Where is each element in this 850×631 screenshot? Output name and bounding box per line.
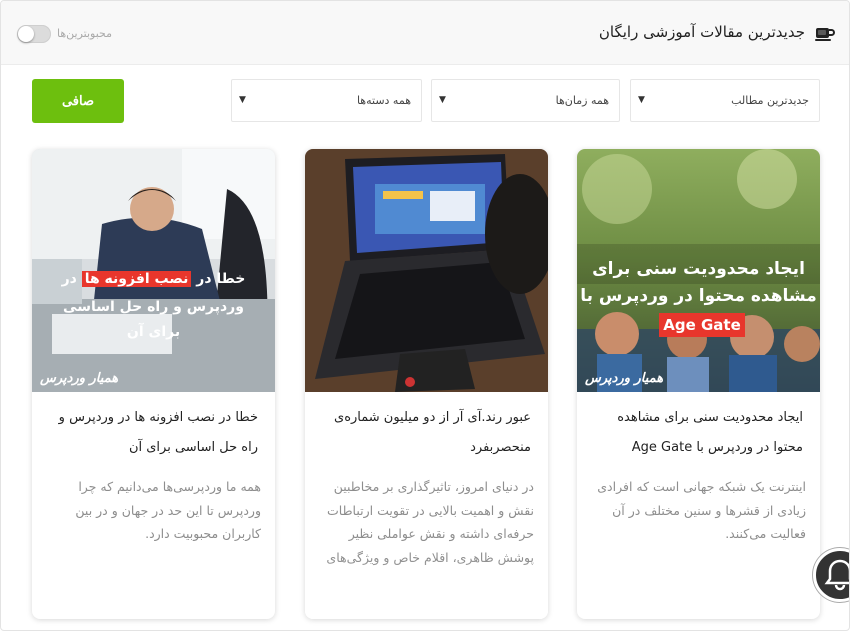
dropdown-arrow-icon: ▼ <box>638 95 645 105</box>
article-excerpt: در دنیای امروز، تاثیرگذاری بر مخاطبین نق… <box>326 479 534 565</box>
thumbnail-text: مشاهده محتوا در وردپرس با <box>580 286 817 306</box>
category-select[interactable]: همه دسته‌ها ▼ <box>231 79 422 122</box>
brand-logo: همیار وردپرس <box>585 371 664 386</box>
section-title: جدیدترین مقالات آموزشی رایگان <box>598 23 805 41</box>
page-frame: جدیدترین مقالات آموزشی رایگان محبوبترین‌… <box>0 0 850 631</box>
category-select-value: همه دسته‌ها <box>356 94 411 107</box>
article-title[interactable]: خطا در نصب افزونه ها در وردپرس و راه حل … <box>46 403 258 463</box>
bell-icon <box>824 559 849 591</box>
popular-toggle-label: محبوبترین‌ها <box>57 27 113 40</box>
article-excerpt: اینترنت یک شبکه جهانی است که افرادی زیاد… <box>597 479 806 541</box>
notification-bell-button[interactable] <box>813 548 849 602</box>
section-header: جدیدترین مقالات آموزشی رایگان محبوبترین‌… <box>1 1 849 65</box>
article-thumbnail[interactable] <box>305 149 548 392</box>
thumbnail-badge: Age Gate <box>659 313 745 337</box>
article-excerpt: همه ما وردپرسی‌ها می‌دانیم که چرا وردپرس… <box>75 479 261 541</box>
coffee-cup-icon <box>815 28 835 41</box>
laptop-photo-image <box>305 149 548 392</box>
thumbnail-text-part: در <box>61 271 82 287</box>
brand-logo: همیار وردپرس <box>40 371 119 386</box>
thumbnail-text: برای آن <box>126 324 181 340</box>
filter-button[interactable]: صافی <box>32 79 124 123</box>
time-select-value: همه زمان‌ها <box>555 94 609 107</box>
sort-select-value: جدیدترین مطالب <box>731 94 809 107</box>
article-thumbnail[interactable]: خطا در نصب افزونه ها در وردپرس و راه حل … <box>32 149 275 392</box>
dropdown-arrow-icon: ▼ <box>439 95 446 105</box>
thumbnail-text: وردپرس و راه حل اساسی <box>63 299 244 315</box>
toggle-knob <box>18 26 34 42</box>
dropdown-arrow-icon: ▼ <box>239 95 246 105</box>
article-thumbnail[interactable]: ایجاد محدودیت سنی برای مشاهده محتوا در و… <box>577 149 820 392</box>
thumbnail-text-part: خطا در <box>191 271 246 287</box>
time-select[interactable]: همه زمان‌ها ▼ <box>431 79 620 122</box>
excerpt-fade <box>305 559 548 619</box>
article-card[interactable]: عبور رند.آی آر از دو میلیون شماره‌ی منحص… <box>305 149 548 619</box>
sort-select[interactable]: جدیدترین مطالب ▼ <box>630 79 820 122</box>
article-title[interactable]: ایجاد محدودیت سنی برای مشاهده محتوا در و… <box>591 403 803 463</box>
thumbnail-text: خطا در نصب افزونه ها در <box>32 271 275 287</box>
thumbnail-highlight: نصب افزونه ها <box>81 271 192 287</box>
article-card[interactable]: خطا در نصب افزونه ها در وردپرس و راه حل … <box>32 149 275 619</box>
popular-toggle[interactable] <box>17 25 51 43</box>
article-title[interactable]: عبور رند.آی آر از دو میلیون شماره‌ی منحص… <box>319 403 531 463</box>
article-card[interactable]: ایجاد محدودیت سنی برای مشاهده محتوا در و… <box>577 149 820 619</box>
thumbnail-text: ایجاد محدودیت سنی برای <box>592 259 805 279</box>
